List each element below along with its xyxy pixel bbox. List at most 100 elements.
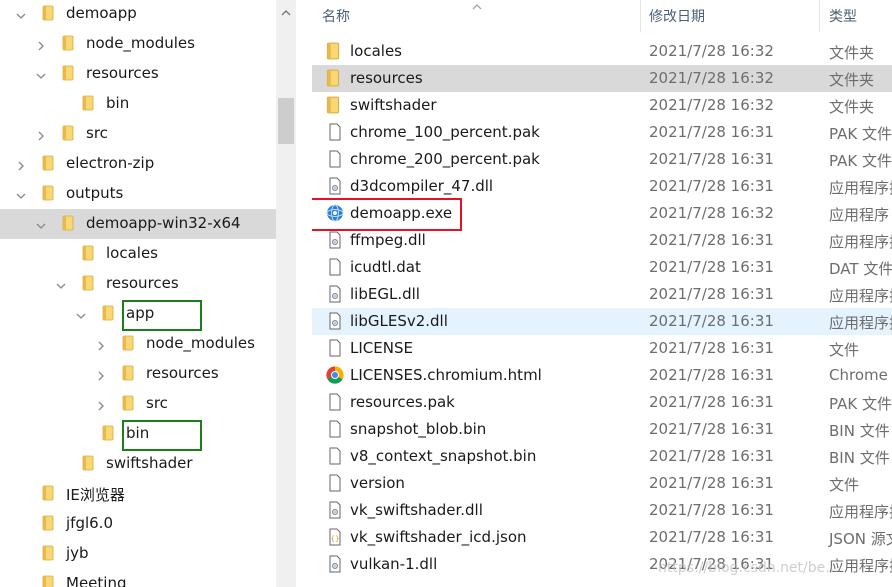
folder-icon bbox=[122, 395, 134, 411]
tree-item-label: resources bbox=[86, 64, 159, 82]
navigation-pane[interactable]: demoapp node_modules resources bin src electr… bbox=[0, 0, 276, 587]
dll-file-icon bbox=[326, 285, 344, 303]
file-name: ffmpeg.dll bbox=[350, 231, 426, 249]
chevron-down-icon[interactable] bbox=[55, 278, 67, 290]
header-name[interactable]: 名称 bbox=[322, 6, 350, 26]
file-row[interactable]: v8_context_snapshot.bin 2021/7/28 16:31 BI… bbox=[312, 443, 892, 470]
tree-item-label: jyb bbox=[66, 544, 89, 562]
tree-item[interactable]: resources bbox=[0, 269, 276, 299]
tree-item[interactable]: locales bbox=[0, 239, 276, 269]
tree-item[interactable]: bin bbox=[0, 89, 276, 119]
chevron-down-icon[interactable] bbox=[75, 308, 87, 320]
header-divider[interactable] bbox=[640, 0, 641, 32]
tree-item[interactable]: IE浏览器 bbox=[0, 479, 276, 509]
tree-item-label: app bbox=[126, 304, 155, 322]
file-row[interactable]: demoapp.exe 2021/7/28 16:32 应用程序 bbox=[312, 200, 892, 227]
tree-item[interactable]: jyb bbox=[0, 539, 276, 569]
column-header: 名称 修改日期 类型 bbox=[312, 0, 892, 32]
tree-item[interactable]: src bbox=[0, 119, 276, 149]
tree-item[interactable]: node_modules bbox=[0, 29, 276, 59]
folder-icon bbox=[102, 305, 114, 321]
folder-icon bbox=[122, 365, 134, 381]
file-name: chrome_100_percent.pak bbox=[350, 123, 540, 141]
file-name: snapshot_blob.bin bbox=[350, 420, 487, 438]
file-row[interactable]: {} vk_swiftshader_icd.json 2021/7/28 16:31… bbox=[312, 524, 892, 551]
file-list[interactable]: 名称 修改日期 类型 locales 2021/7/28 16:32 文件夹 reso… bbox=[312, 0, 892, 587]
chevron-right-icon[interactable] bbox=[35, 38, 47, 51]
file-icon bbox=[326, 339, 344, 357]
file-row[interactable]: chrome_200_percent.pak 2021/7/28 16:31 PAK… bbox=[312, 146, 892, 173]
file-type: 应用程序扩 bbox=[829, 287, 892, 305]
file-name: libGLESv2.dll bbox=[350, 312, 448, 330]
scrollbar-thumb[interactable] bbox=[278, 98, 294, 144]
file-date: 2021/7/28 16:31 bbox=[649, 231, 774, 249]
file-row[interactable]: libGLESv2.dll 2021/7/28 16:31 应用程序扩 bbox=[312, 308, 892, 335]
file-icon bbox=[326, 150, 344, 168]
file-name: LICENSE bbox=[350, 339, 413, 357]
tree-item[interactable]: Meeting bbox=[0, 569, 276, 587]
tree-item[interactable]: resources bbox=[0, 359, 276, 389]
file-row[interactable]: resources 2021/7/28 16:32 文件夹 bbox=[312, 65, 892, 92]
file-row[interactable]: snapshot_blob.bin 2021/7/28 16:31 BIN 文件 bbox=[312, 416, 892, 443]
tree-item-label: resources bbox=[146, 364, 219, 382]
file-date: 2021/7/28 16:32 bbox=[649, 204, 774, 222]
file-row[interactable]: locales 2021/7/28 16:32 文件夹 bbox=[312, 38, 892, 65]
file-row[interactable]: libEGL.dll 2021/7/28 16:31 应用程序扩 bbox=[312, 281, 892, 308]
file-date: 2021/7/28 16:31 bbox=[649, 420, 774, 438]
folder-icon bbox=[326, 96, 344, 114]
folder-icon bbox=[122, 335, 134, 351]
file-row[interactable]: LICENSES.chromium.html 2021/7/28 16:31 Chr… bbox=[312, 362, 892, 389]
tree-item-label: IE浏览器 bbox=[66, 486, 125, 504]
tree-item[interactable]: demoapp bbox=[0, 0, 276, 29]
file-type: PAK 文件 bbox=[829, 395, 892, 413]
file-type: JSON 源文 bbox=[829, 530, 892, 548]
tree-item[interactable]: app bbox=[0, 299, 276, 329]
file-date: 2021/7/28 16:32 bbox=[649, 42, 774, 60]
chevron-right-icon[interactable] bbox=[95, 398, 107, 411]
dll-file-icon bbox=[326, 501, 344, 519]
pane-divider[interactable] bbox=[296, 0, 312, 587]
file-row[interactable]: LICENSE 2021/7/28 16:31 文件 bbox=[312, 335, 892, 362]
tree-item[interactable]: electron-zip bbox=[0, 149, 276, 179]
nav-scrollbar[interactable] bbox=[276, 0, 296, 587]
chevron-down-icon[interactable] bbox=[15, 8, 27, 20]
dll-file-icon bbox=[326, 177, 344, 195]
tree-item[interactable]: jfgl6.0 bbox=[0, 509, 276, 539]
file-row[interactable]: d3dcompiler_47.dll 2021/7/28 16:31 应用程序扩 bbox=[312, 173, 892, 200]
file-row[interactable]: swiftshader 2021/7/28 16:32 文件夹 bbox=[312, 92, 892, 119]
file-date: 2021/7/28 16:31 bbox=[649, 393, 774, 411]
chevron-down-icon[interactable] bbox=[15, 188, 27, 200]
file-row[interactable]: icudtl.dat 2021/7/28 16:31 DAT 文件 bbox=[312, 254, 892, 281]
file-row[interactable]: ffmpeg.dll 2021/7/28 16:31 应用程序扩 bbox=[312, 227, 892, 254]
tree-item[interactable]: src bbox=[0, 389, 276, 419]
tree-item[interactable]: swiftshader bbox=[0, 449, 276, 479]
file-icon bbox=[326, 447, 344, 465]
header-type[interactable]: 类型 bbox=[829, 6, 857, 26]
file-row[interactable]: chrome_100_percent.pak 2021/7/28 16:31 PAK… bbox=[312, 119, 892, 146]
tree-item[interactable]: bin bbox=[0, 419, 276, 449]
scroll-up-arrow-icon[interactable] bbox=[280, 4, 292, 16]
file-name: v8_context_snapshot.bin bbox=[350, 447, 537, 465]
tree-item[interactable]: resources bbox=[0, 59, 276, 89]
file-type: 文件夹 bbox=[829, 98, 875, 116]
file-row[interactable]: resources.pak 2021/7/28 16:31 PAK 文件 bbox=[312, 389, 892, 416]
header-divider[interactable] bbox=[819, 0, 820, 32]
file-row[interactable]: version 2021/7/28 16:31 文件 bbox=[312, 470, 892, 497]
file-name: resources.pak bbox=[350, 393, 455, 411]
file-date: 2021/7/28 16:31 bbox=[649, 366, 774, 384]
folder-icon bbox=[42, 185, 54, 201]
app-exe-icon bbox=[326, 204, 344, 222]
chevron-down-icon[interactable] bbox=[35, 68, 47, 80]
chevron-right-icon[interactable] bbox=[95, 338, 107, 351]
chevron-right-icon[interactable] bbox=[95, 368, 107, 381]
header-date[interactable]: 修改日期 bbox=[649, 6, 705, 26]
folder-icon bbox=[42, 155, 54, 171]
tree-item[interactable]: outputs bbox=[0, 179, 276, 209]
tree-item[interactable]: demoapp-win32-x64 bbox=[0, 209, 276, 239]
file-row[interactable]: vk_swiftshader.dll 2021/7/28 16:31 应用程序扩 bbox=[312, 497, 892, 524]
chevron-right-icon[interactable] bbox=[15, 158, 27, 171]
chevron-right-icon[interactable] bbox=[35, 128, 47, 141]
chevron-down-icon[interactable] bbox=[35, 218, 47, 230]
file-name: demoapp.exe bbox=[350, 204, 453, 222]
tree-item[interactable]: node_modules bbox=[0, 329, 276, 359]
